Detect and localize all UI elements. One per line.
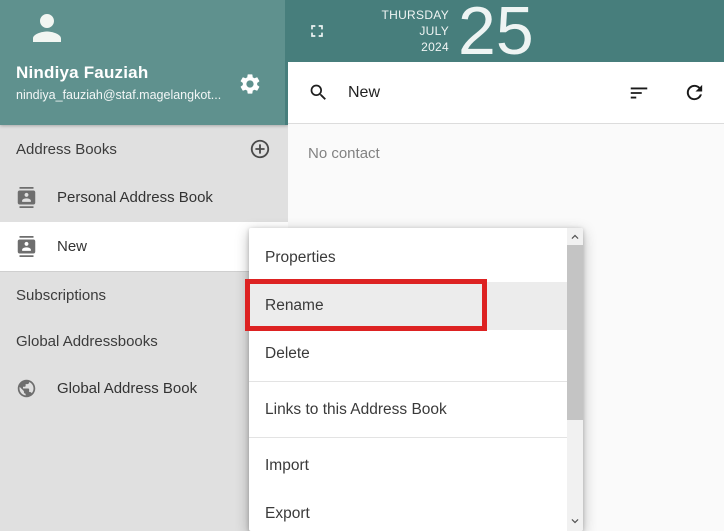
fullscreen-button[interactable] — [307, 21, 327, 41]
menu-item-delete[interactable]: Delete — [249, 330, 567, 378]
search-icon — [308, 82, 329, 103]
menu-item-rename[interactable]: Rename — [249, 282, 567, 330]
empty-message: No contact — [288, 124, 724, 162]
refresh-button[interactable] — [683, 81, 706, 104]
date-banner: THURSDAY JULY 2024 25 — [288, 0, 724, 62]
sidebar-item-global-address-book[interactable]: Global Address Book — [0, 364, 288, 413]
date-month: JULY — [353, 23, 449, 39]
menu-scrollbar[interactable] — [567, 228, 583, 531]
scrollbar-thumb[interactable] — [567, 245, 583, 420]
sidebar-item-new[interactable]: New — [0, 222, 288, 272]
sidebar-item-personal-address-book[interactable]: Personal Address Book — [0, 173, 288, 222]
person-icon — [26, 7, 68, 49]
sidebar-item-label: Personal Address Book — [57, 189, 213, 206]
menu-divider — [249, 437, 567, 438]
globe-icon — [16, 378, 37, 399]
date-year: 2024 — [353, 39, 449, 55]
search-input[interactable] — [346, 83, 628, 103]
menu-divider — [249, 381, 567, 382]
app-window: Nindiya Fauziah nindiya_fauziah@staf.mag… — [0, 0, 724, 531]
contacts-icon — [16, 187, 37, 208]
user-email: nindiya_fauziah@staf.magelangkot... — [16, 88, 221, 102]
menu-item-properties[interactable]: Properties — [249, 234, 567, 282]
section-global-addressbooks[interactable]: Global Addressbooks — [0, 318, 288, 364]
menu-item-links[interactable]: Links to this Address Book — [249, 386, 567, 434]
section-address-books: Address Books — [0, 125, 288, 173]
context-menu-list: Properties Rename Delete Links to this A… — [249, 228, 567, 531]
gear-icon — [238, 72, 262, 96]
menu-item-import[interactable]: Import — [249, 442, 567, 490]
section-subscriptions[interactable]: Subscriptions — [0, 272, 288, 318]
date-day-number: 25 — [458, 2, 534, 60]
sort-icon — [628, 82, 650, 104]
add-circle-icon — [249, 138, 271, 160]
date-weekday: THURSDAY — [353, 7, 449, 23]
chevron-up-icon[interactable] — [567, 229, 583, 245]
chevron-down-icon[interactable] — [567, 513, 583, 529]
settings-button[interactable] — [238, 72, 262, 96]
fullscreen-icon — [307, 21, 327, 41]
menu-item-export[interactable]: Export — [249, 490, 567, 531]
search-toolbar — [288, 62, 724, 124]
user-header: Nindiya Fauziah nindiya_fauziah@staf.mag… — [0, 0, 288, 125]
sidebar-item-label: New — [57, 238, 87, 255]
contacts-icon — [16, 236, 37, 257]
section-label: Subscriptions — [16, 287, 106, 304]
sidebar: Nindiya Fauziah nindiya_fauziah@staf.mag… — [0, 0, 288, 531]
sort-button[interactable] — [628, 82, 650, 104]
date-text: THURSDAY JULY 2024 — [353, 7, 449, 55]
user-name: Nindiya Fauziah — [16, 63, 148, 83]
add-address-book-button[interactable] — [249, 138, 271, 160]
section-label: Address Books — [16, 141, 117, 158]
section-label: Global Addressbooks — [16, 333, 158, 350]
sidebar-item-label: Global Address Book — [57, 380, 197, 397]
refresh-icon — [683, 81, 706, 104]
context-menu: Properties Rename Delete Links to this A… — [249, 228, 583, 531]
